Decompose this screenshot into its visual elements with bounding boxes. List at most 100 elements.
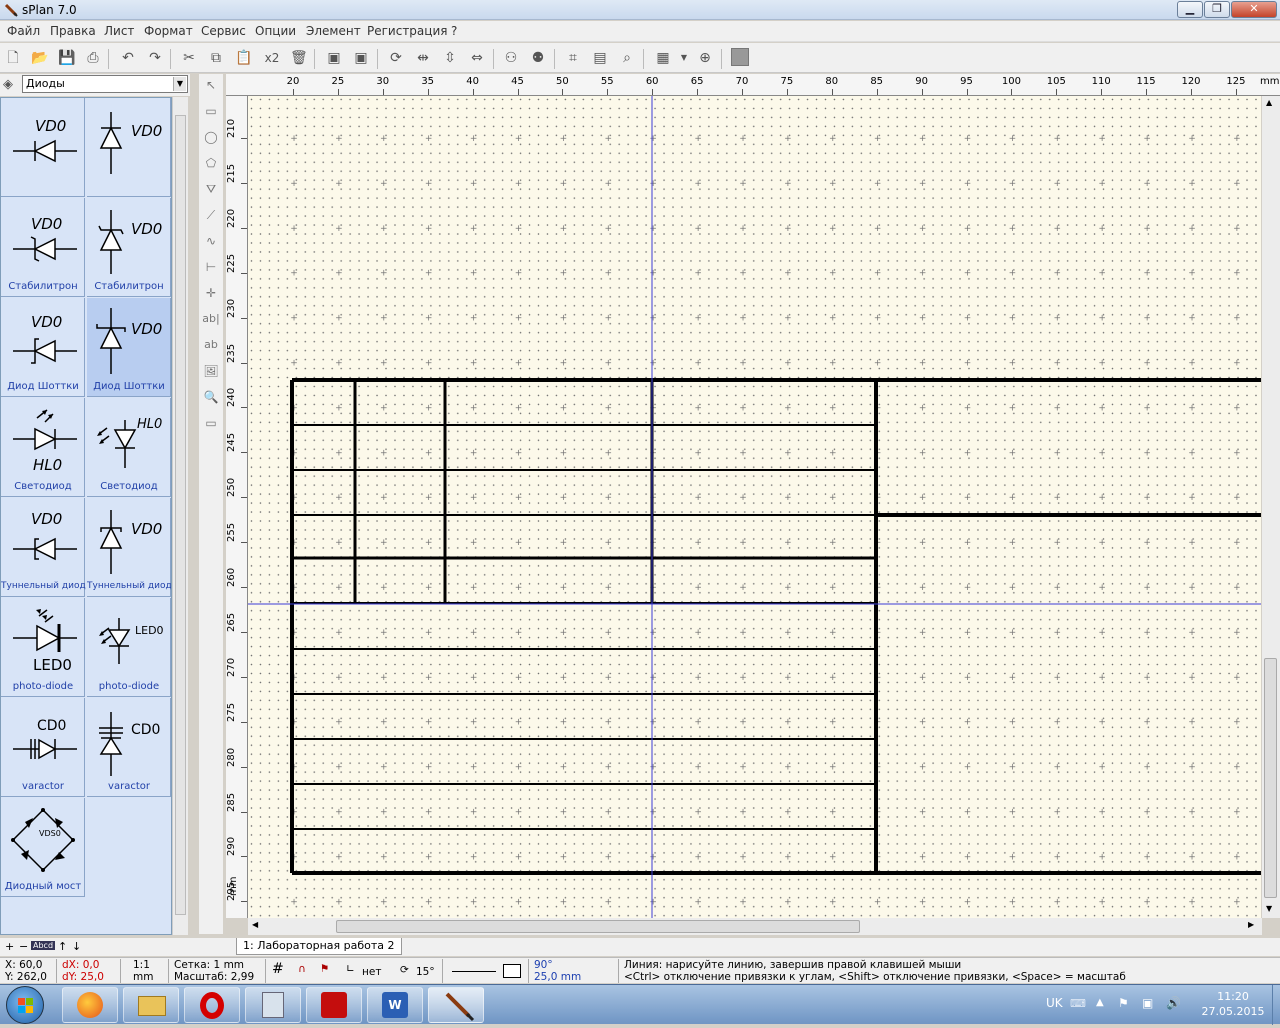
language-indicator[interactable]: UK [1046,996,1063,1010]
label-style-button[interactable]: Abcd [31,941,56,950]
add-library-button[interactable]: + [5,940,14,953]
select-arrow-icon[interactable]: ↖ [202,76,220,94]
ungroup-icon[interactable]: ⚉ [530,50,546,66]
move-down-button[interactable]: ↓ [72,940,81,953]
taskbar-explorer[interactable] [123,987,179,1023]
library-item-led-h[interactable]: HL0 Светодиод [1,398,85,497]
keyboard-icon[interactable]: ⌨ [1070,997,1086,1010]
library-item-diode-v[interactable]: VD0 [87,98,171,197]
rotate-icon[interactable]: ⟳ [388,50,404,66]
snap-marker-icon[interactable]: ⚑ [320,963,329,975]
library-item-diode-bridge[interactable]: VDS0 Диодный мост [1,798,85,897]
library-item-photodiode-h[interactable]: LED0 photo-diode [1,598,85,697]
color-swatch[interactable] [731,48,749,66]
library-scrollbar[interactable] [172,97,188,935]
library-item-varactor-v[interactable]: CD0 varactor [87,698,171,797]
tab-sheet-1[interactable]: 1: Лабораторная работа 2 [236,938,402,955]
menu-element[interactable]: Элемент [306,24,361,38]
angle-snap-icon[interactable]: ∟ [346,963,355,975]
menu-sheet[interactable]: Лист [104,24,134,38]
line-tool-icon[interactable]: ⟋ [202,206,220,224]
library-select[interactable]: Диоды ▼ [22,75,188,93]
move-up-button[interactable]: ↑ [58,940,67,953]
zoom-tool-icon[interactable]: 🔍 [202,388,220,406]
ellipse-tool-icon[interactable]: ◯ [202,128,220,146]
menu-options[interactable]: Опции [255,24,296,38]
title-block-drawing[interactable]: + + + + + + + + + + + + + + + + + + + + + + + + + + + + + + + + + + + + + + + +… [248,96,1261,918]
library-item-tunnel-v[interactable]: VD0 Туннельный диод [87,498,171,597]
angle-snap-value[interactable]: нет [362,966,381,978]
library-item-varactor-h[interactable]: CD0 varactor [1,698,85,797]
library-item-photodiode-v[interactable]: LED0 photo-diode [87,598,171,697]
library-item-tunnel-h[interactable]: VD0 Туннельный диод [1,498,86,597]
menu-service[interactable]: Сервис [201,24,246,38]
scroll-left-icon[interactable]: ◀ [252,920,258,929]
system-clock[interactable]: 11:20 27.05.2015 [1196,989,1270,1019]
send-back-icon[interactable]: ▣ [353,50,369,66]
open-folder-icon[interactable]: 📂 [31,50,48,66]
taskbar-acrobat[interactable] [306,987,362,1023]
text-tool-icon[interactable]: ab| [202,310,220,328]
new-file-icon[interactable]: 🗋 [5,50,21,66]
taskbar-word[interactable]: W [367,987,423,1023]
ruler-tool-icon[interactable]: ▭ [202,414,220,432]
zoom-icon[interactable]: ⊕ [697,50,713,66]
horizontal-scroll-thumb[interactable] [336,920,860,933]
polygon-tool-icon[interactable]: ⬠ [202,154,220,172]
remove-library-button[interactable]: − [19,940,28,953]
junction-tool-icon[interactable]: ✛ [202,284,220,302]
library-item-zener-h[interactable]: VD0 Стабилитрон [1,198,85,297]
tray-expand-icon[interactable]: ▲ [1096,997,1104,1008]
rotate-step-value[interactable]: 15° [416,966,435,978]
action-center-flag-icon[interactable]: ⚑ [1118,996,1129,1010]
menu-format[interactable]: Формат [144,24,193,38]
grid-icon[interactable]: ▦ [655,50,671,66]
menu-edit[interactable]: Правка [50,24,96,38]
grid-toggle-icon[interactable]: # [272,962,284,976]
vertical-scrollbar[interactable]: ▲ ▼ [1262,96,1280,918]
snap-icon[interactable]: ⌗ [565,50,581,66]
align-icon[interactable]: ⇔ [469,50,485,66]
dimension-tool-icon[interactable]: ⊢ [202,258,220,276]
horizontal-scrollbar[interactable]: ◀ ▶ [248,918,1262,935]
menu-help[interactable]: ? [451,24,457,38]
scroll-right-icon[interactable]: ▶ [1248,920,1254,929]
volume-icon[interactable]: 🔊 [1166,996,1181,1010]
save-icon[interactable]: 💾 [58,50,75,66]
polyline-tool-icon[interactable]: ⛛ [202,180,220,198]
fill-style-preview[interactable] [503,964,521,978]
taskbar-firefox[interactable] [62,987,118,1023]
redo-icon[interactable]: ↷ [147,50,163,66]
show-desktop-button[interactable] [1272,985,1280,1025]
copy-icon[interactable]: ⧉ [208,50,224,66]
page-setup-icon[interactable]: ▤ [592,50,608,66]
delete-icon[interactable]: 🗑 [290,50,308,66]
undo-icon[interactable]: ↶ [120,50,136,66]
bezier-tool-icon[interactable]: ∿ [202,232,220,250]
library-item-schottky-v[interactable]: VD0 Диод Шоттки [87,298,171,397]
library-item-zener-v[interactable]: VD0 Стабилитрон [87,198,171,297]
magnet-snap-icon[interactable]: ∩ [298,963,306,975]
taskbar-opera[interactable] [184,987,240,1023]
grid-dropdown-icon[interactable]: ▼ [679,50,689,66]
paste-icon[interactable]: 📋 [235,50,252,66]
cut-icon[interactable]: ✂ [181,50,197,66]
taskbar-splan[interactable] [428,987,484,1023]
start-button[interactable] [6,986,44,1024]
rectangle-tool-icon[interactable]: ▭ [202,102,220,120]
maximize-button[interactable]: ❐ [1204,1,1230,18]
print-icon[interactable]: ⎙ [85,50,101,66]
group-icon[interactable]: ⚇ [503,50,519,66]
close-button[interactable]: ✕ [1231,1,1277,18]
bring-front-icon[interactable]: ▣ [326,50,342,66]
library-scroll-thumb[interactable] [175,115,186,915]
minimize-button[interactable]: ▁ [1177,1,1203,18]
taskbar-calculator[interactable] [245,987,301,1023]
image-tool-icon[interactable]: 🖼 [202,362,220,380]
drawing-canvas[interactable]: + + + + + + + + + + + + + + + + + + + + + + + + + + + + + + + + + + + + + + + +… [248,96,1261,918]
chevron-down-icon[interactable]: ▼ [173,77,186,91]
library-item-schottky-h[interactable]: VD0 Диод Шоттки [1,298,85,397]
mirror-horizontal-icon[interactable]: ⇹ [415,50,431,66]
scroll-up-icon[interactable]: ▲ [1266,98,1272,107]
library-item-diode-h[interactable]: VD0 [1,98,85,197]
